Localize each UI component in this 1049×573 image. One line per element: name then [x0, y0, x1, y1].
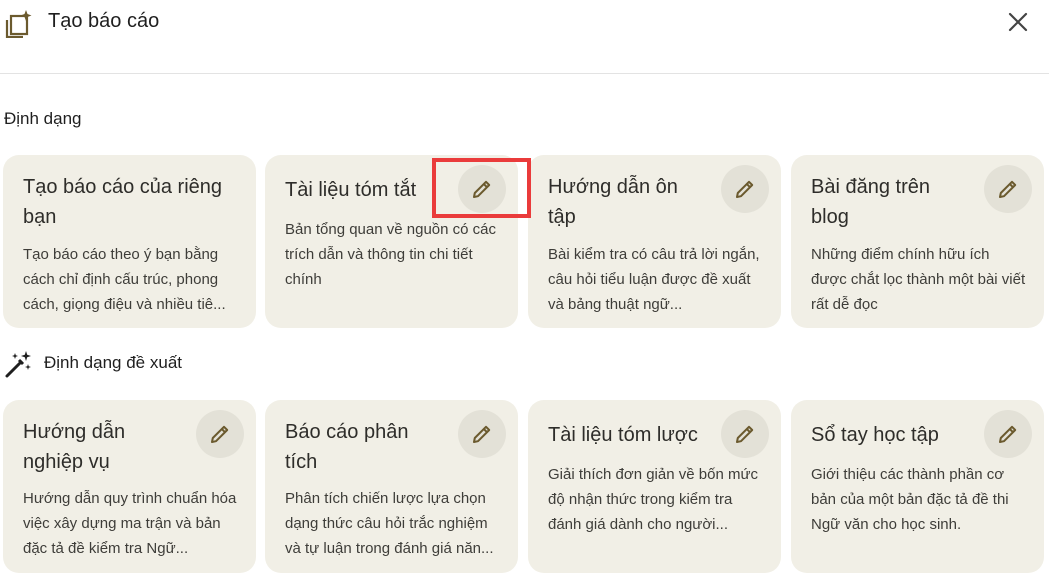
card-description: Những điểm chính hữu ích được chắt lọc t…: [811, 246, 1026, 313]
suggested-card-study-handbook[interactable]: Sổ tay học tập Giới thiệu các thành phần…: [791, 400, 1044, 573]
pencil-icon: [999, 425, 1017, 443]
card-title: Hướng dẫn ôn tập: [548, 176, 678, 228]
close-icon[interactable]: [1002, 6, 1034, 38]
edit-button[interactable]: [721, 165, 769, 213]
card-title: Sổ tay học tập: [811, 424, 939, 446]
edit-button[interactable]: [458, 165, 506, 213]
card-title: Tài liệu tóm lược: [548, 424, 698, 446]
card-title: Hướng dẫn nghiệp vụ: [23, 421, 126, 473]
card-description: Bài kiểm tra có câu trả lời ngắn, câu hỏ…: [548, 246, 760, 313]
pencil-icon: [473, 425, 491, 443]
format-card-briefing[interactable]: Tài liệu tóm tắt Bản tổng quan về nguồn …: [265, 155, 518, 328]
suggested-card-business-guide[interactable]: Hướng dẫn nghiệp vụ Hướng dẫn quy trình …: [3, 400, 256, 573]
card-description: Hướng dẫn quy trình chuẩn hóa việc xây d…: [23, 490, 237, 557]
dialog-title: Tạo báo cáo: [48, 10, 160, 32]
suggested-card-analysis-report[interactable]: Báo cáo phân tích Phân tích chiến lược l…: [265, 400, 518, 573]
suggested-section-title: Định dạng đề xuất: [44, 353, 182, 372]
format-card-custom[interactable]: Tạo báo cáo của riêng bạn Tạo báo cáo th…: [3, 155, 256, 328]
dialog-header: Tạo báo cáo: [0, 0, 1049, 74]
card-title: Tài liệu tóm tắt: [285, 179, 417, 201]
edit-button[interactable]: [984, 165, 1032, 213]
card-description: Tạo báo cáo theo ý bạn bằng cách chỉ địn…: [23, 246, 226, 313]
card-description: Giải thích đơn giản về bốn mức độ nhận t…: [548, 466, 758, 533]
format-card-study-guide[interactable]: Hướng dẫn ôn tập Bài kiểm tra có câu trả…: [528, 155, 781, 328]
edit-button[interactable]: [984, 410, 1032, 458]
formats-section-title: Định dạng: [4, 109, 82, 128]
card-description: Phân tích chiến lược lựa chọn dạng thức …: [285, 490, 494, 557]
card-description: Giới thiệu các thành phần cơ bản của một…: [811, 466, 1009, 533]
edit-button[interactable]: [721, 410, 769, 458]
pencil-icon: [211, 425, 229, 443]
pencil-icon: [999, 180, 1017, 198]
format-card-blog-post[interactable]: Bài đăng trên blog Những điểm chính hữu …: [791, 155, 1044, 328]
card-title: Báo cáo phân tích: [285, 421, 409, 473]
pencil-icon: [473, 180, 491, 198]
edit-button[interactable]: [458, 410, 506, 458]
pencil-icon: [736, 180, 754, 198]
magic-wand-icon: [5, 351, 31, 378]
report-sparkle-icon: [5, 10, 32, 38]
edit-button[interactable]: [196, 410, 244, 458]
pencil-icon: [736, 425, 754, 443]
card-description: Bản tổng quan về nguồn có các trích dẫn …: [285, 221, 496, 288]
card-title: Tạo báo cáo của riêng bạn: [23, 176, 223, 228]
card-title: Bài đăng trên blog: [811, 176, 930, 228]
suggested-card-summary-doc[interactable]: Tài liệu tóm lược Giải thích đơn giản về…: [528, 400, 781, 573]
